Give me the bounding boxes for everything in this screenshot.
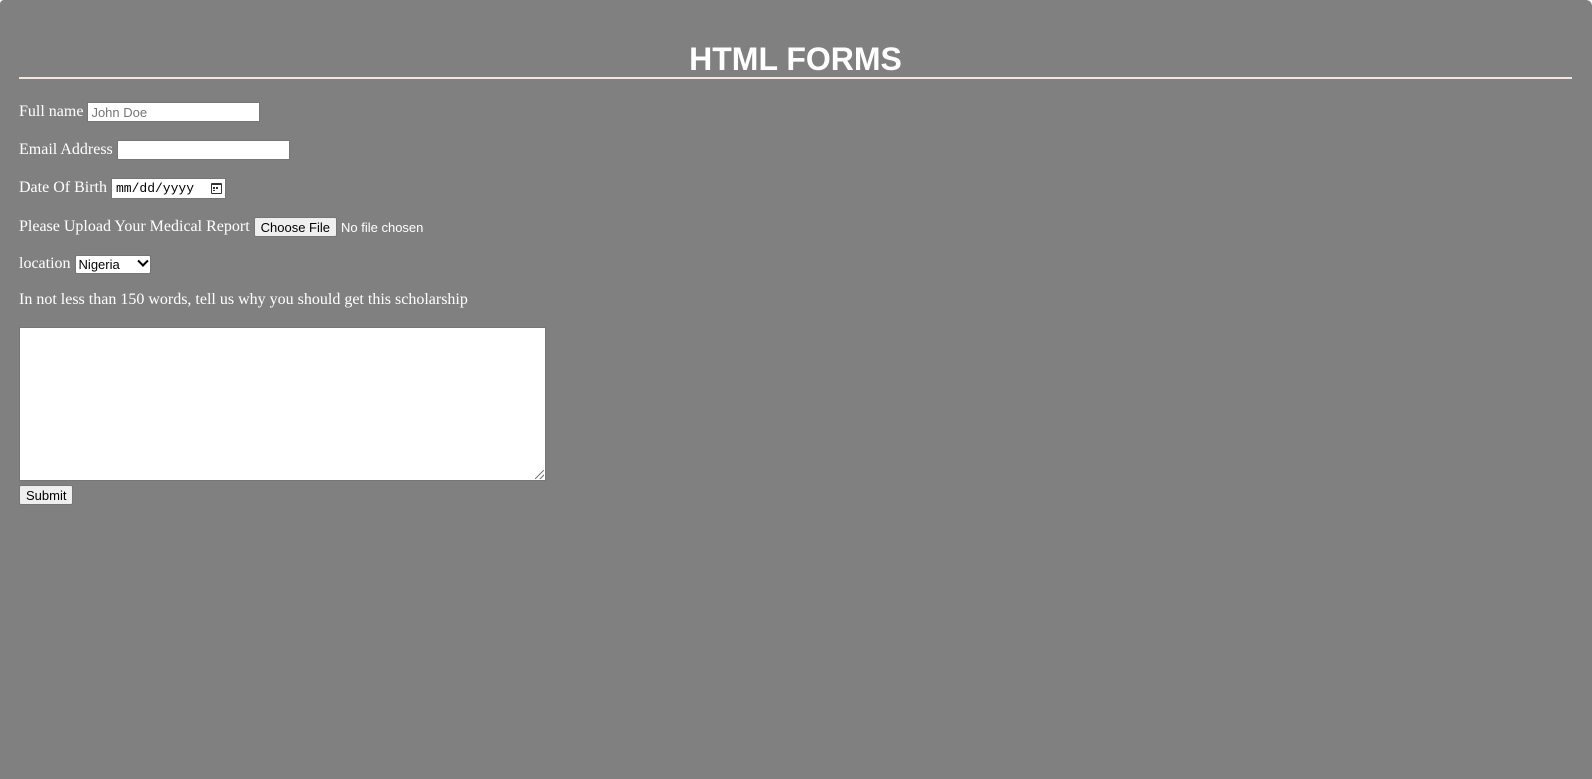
dob-input[interactable]: mm/dd/yyyy: [110, 177, 226, 199]
page-title: HTML FORMS: [689, 41, 902, 77]
full-name-row: Full name: [19, 101, 261, 123]
resize-handle[interactable]: [535, 470, 544, 479]
dob-label: Date Of Birth: [19, 179, 107, 196]
upload-label: Please Upload Your Medical Report: [19, 218, 250, 235]
email-row: Email Address: [19, 139, 290, 161]
location-row: location Nigeria: [19, 253, 151, 275]
title-divider: [19, 77, 1572, 79]
full-name-input[interactable]: [87, 102, 261, 122]
upload-row: Please Upload Your Medical Report Choose…: [19, 216, 423, 238]
essay-label: In not less than 150 words, tell us why …: [19, 291, 468, 308]
location-select[interactable]: Nigeria: [74, 254, 151, 274]
submit-button[interactable]: Submit: [19, 485, 74, 505]
email-label: Email Address: [19, 141, 113, 158]
chevron-down-icon: [136, 255, 149, 267]
email-field[interactable]: [116, 140, 290, 160]
location-label: location: [19, 255, 71, 272]
location-selected-value: Nigeria: [78, 256, 120, 272]
calendar-icon[interactable]: [210, 182, 222, 194]
page-container: HTML FORMS Full name Email Address Date …: [0, 0, 1592, 779]
full-name-label: Full name: [19, 103, 84, 120]
dob-row: Date Of Birth mm/dd/yyyy: [19, 177, 226, 199]
choose-file-button[interactable]: Choose File: [253, 217, 338, 237]
file-status: No file chosen: [341, 219, 424, 235]
essay-textarea[interactable]: [19, 327, 546, 481]
dob-placeholder: mm/dd/yyyy: [115, 180, 194, 196]
